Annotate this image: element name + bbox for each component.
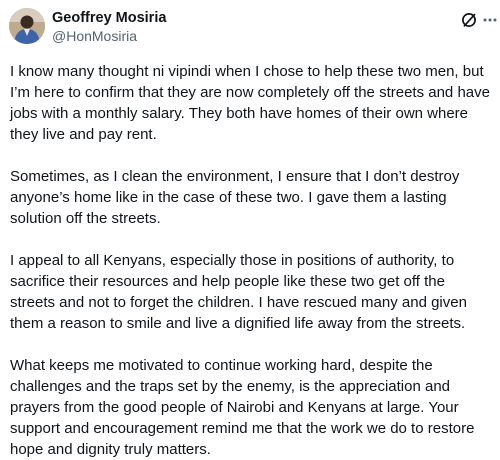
tweet-paragraph: I know many thought ni vipindi when I ch… [10, 63, 490, 143]
grok-icon[interactable] [461, 12, 477, 28]
author-name[interactable]: Geoffrey Mosiria [52, 9, 166, 27]
avatar-image [9, 8, 45, 44]
tweet: Geoffrey Mosiria @HonMosiria I know many… [0, 0, 500, 458]
more-options-icon[interactable] [482, 12, 498, 28]
tweet-paragraph: Sometimes, as I clean the environment, I… [10, 168, 460, 227]
avatar[interactable] [9, 8, 45, 44]
tweet-body: I know many thought ni vipindi when I ch… [10, 61, 498, 460]
author-handle[interactable]: @HonMosiria [52, 27, 137, 45]
tweet-paragraph: I appeal to all Kenyans, especially thos… [10, 252, 467, 332]
tweet-paragraph: What keeps me motivated to continue work… [10, 357, 475, 458]
